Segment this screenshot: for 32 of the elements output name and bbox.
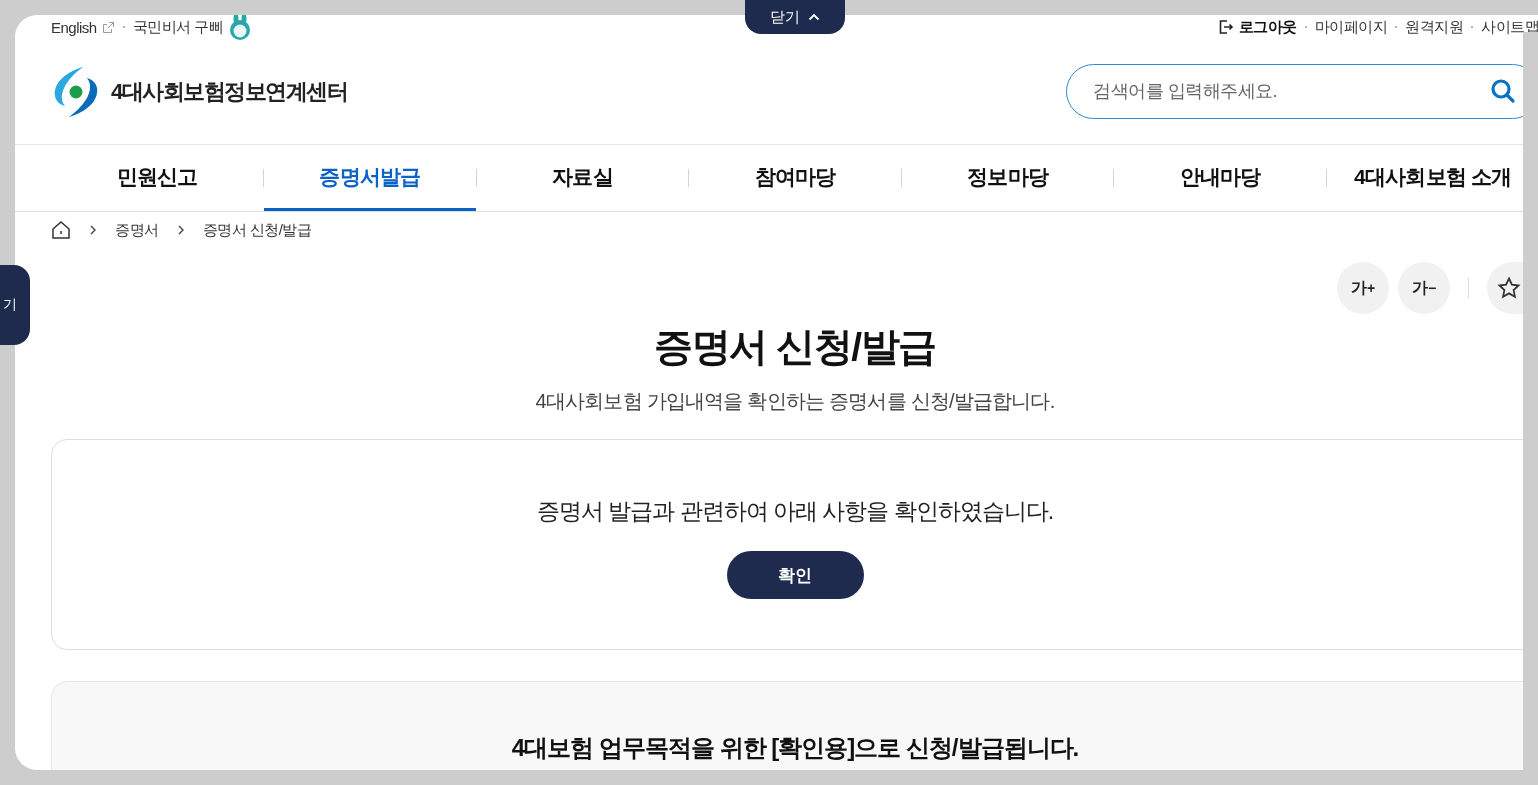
- home-icon[interactable]: [51, 220, 71, 240]
- external-link-icon: [101, 20, 115, 34]
- open-tab[interactable]: 기: [0, 265, 30, 345]
- nav-tab[interactable]: 참여마당: [688, 145, 902, 211]
- nav-tab[interactable]: 증명서발급: [263, 145, 477, 211]
- page-subtitle: 4대사회보험 가입내역을 확인하는 증명서를 신청/발급합니다.: [535, 389, 1055, 414]
- chevron-up-icon: [808, 13, 820, 21]
- nav-tab[interactable]: 안내마당: [1113, 145, 1327, 211]
- nav-tab[interactable]: 4대사회보험 소개: [1326, 145, 1538, 211]
- language-link[interactable]: English: [51, 18, 115, 36]
- search-icon[interactable]: [1490, 78, 1516, 104]
- logout-icon: [1217, 19, 1234, 35]
- page-title: 증명서 신청/발급: [654, 324, 936, 370]
- confirm-button[interactable]: 확인: [726, 551, 864, 599]
- star-icon: [1497, 276, 1521, 300]
- chevron-icon: [176, 224, 185, 236]
- breadcrumb-link[interactable]: 증명서 신청/발급: [202, 220, 312, 240]
- nav-tab[interactable]: 민원신고: [51, 145, 264, 211]
- confirm-statement: 증명서 발급과 관련하여 아래 사항을 확인하였습니다.: [536, 497, 1054, 526]
- nav-tab[interactable]: 정보마당: [901, 145, 1114, 211]
- notice-title: 4대보험 업무목적을 위한 [확인용]으로 신청/발급됩니다.: [511, 733, 1079, 763]
- assistant-link[interactable]: 국민비서 구삐: [132, 15, 253, 40]
- close-tab[interactable]: 닫기: [745, 0, 845, 34]
- rabbit-icon: [228, 15, 253, 40]
- site-logo-text: 4대사회보험정보연계센터: [111, 77, 348, 106]
- nav-tab[interactable]: 자료실: [476, 145, 689, 211]
- utility-link[interactable]: 원격지원: [1405, 17, 1463, 37]
- logout-link[interactable]: 로그아웃: [1217, 17, 1297, 37]
- breadcrumb-link[interactable]: 증명서: [115, 220, 159, 240]
- chevron-icon: [89, 224, 97, 236]
- utility-link[interactable]: 마이페이지: [1314, 17, 1387, 37]
- favorite-button[interactable]: [1487, 262, 1523, 314]
